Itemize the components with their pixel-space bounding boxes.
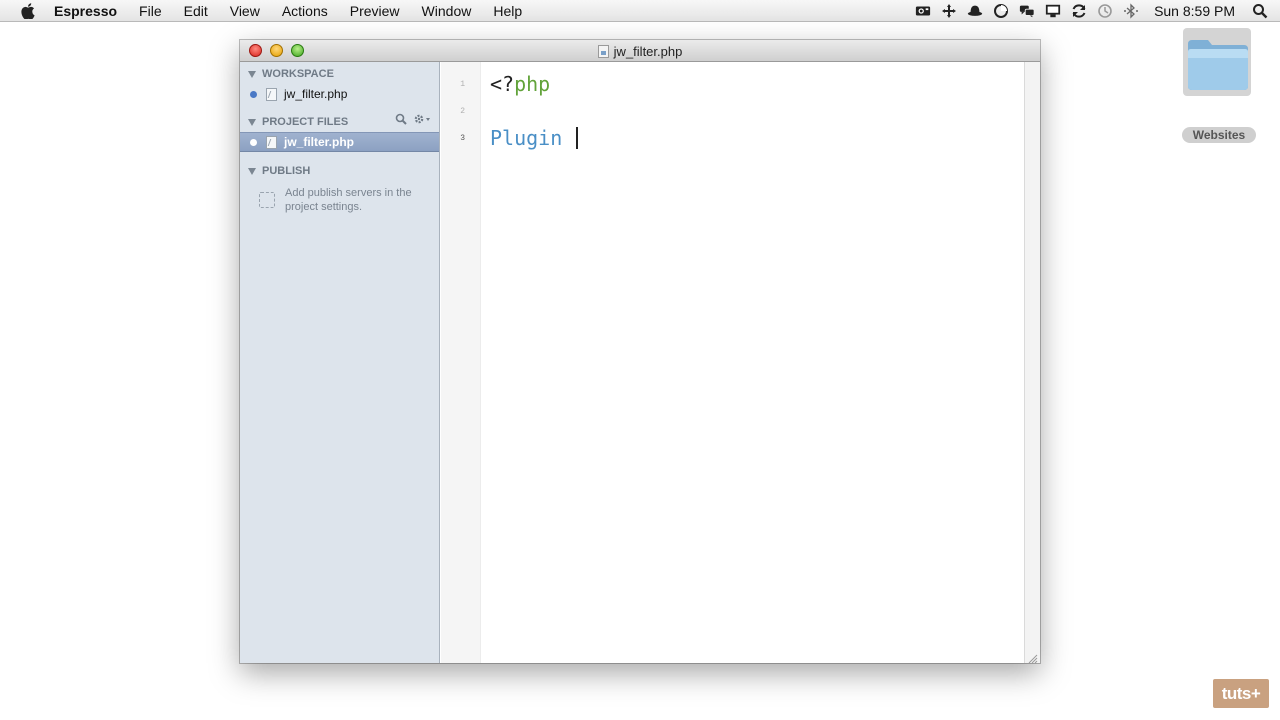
search-icon[interactable]	[395, 112, 407, 130]
window-titlebar[interactable]: jw_filter.php	[240, 40, 1040, 62]
resize-grip-icon[interactable]	[1028, 651, 1038, 664]
menu-edit[interactable]: Edit	[173, 0, 219, 22]
workspace-file-label: jw_filter.php	[284, 87, 348, 101]
window-title: jw_filter.php	[240, 40, 1040, 62]
line-number: 2	[460, 107, 465, 116]
menu-view[interactable]: View	[219, 0, 271, 22]
php-open-bracket: <?	[490, 72, 515, 96]
hat-icon[interactable]	[967, 3, 983, 19]
line-number-gutter: 1 2 3	[441, 62, 481, 663]
desktop-folder-websites[interactable]: Websites	[1182, 28, 1256, 143]
tuts-logo-badge: tuts+	[1213, 679, 1269, 708]
code-line-1[interactable]: <?php	[490, 72, 550, 96]
menu-clock[interactable]: Sun 8:59 PM	[1154, 3, 1235, 19]
menu-window[interactable]: Window	[411, 0, 483, 22]
php-keyword: php	[514, 72, 551, 96]
project-file-label: jw_filter.php	[284, 135, 355, 149]
project-files-header-label: PROJECT FILES	[262, 116, 349, 128]
workspace-header-label: WORKSPACE	[262, 68, 334, 80]
project-files-header[interactable]: PROJECT FILES	[248, 114, 348, 130]
spotlight-search-icon[interactable]	[1252, 3, 1268, 19]
text-caret	[576, 127, 579, 149]
code-editor[interactable]: 1 2 3 <?php Plugin	[441, 62, 1024, 663]
menu-preview[interactable]: Preview	[339, 0, 411, 22]
disclosure-triangle-icon[interactable]	[248, 118, 256, 126]
app-menu[interactable]: Espresso	[54, 0, 128, 22]
window-title-text: jw_filter.php	[613, 43, 683, 59]
publish-header[interactable]: PUBLISH	[248, 163, 310, 179]
folder-icon	[1186, 36, 1250, 97]
sync-status-icon[interactable]	[993, 3, 1009, 19]
folder-label: Websites	[1182, 127, 1256, 143]
move-arrows-icon[interactable]	[941, 3, 957, 19]
open-file-dot-icon	[250, 90, 257, 98]
publish-header-label: PUBLISH	[262, 165, 311, 177]
line-number: 1	[460, 80, 465, 89]
menu-file[interactable]: File	[128, 0, 173, 22]
document-icon	[266, 87, 277, 101]
line-number-current: 3	[460, 134, 465, 143]
menu-bar: Espresso File Edit View Actions Preview …	[0, 0, 1280, 22]
sidebar: WORKSPACE jw_filter.php PROJECT FILES jw…	[240, 62, 440, 663]
editor-window: jw_filter.php WORKSPACE jw_filter.php PR…	[240, 40, 1040, 664]
project-file-item[interactable]: jw_filter.php	[240, 132, 439, 152]
apple-menu-icon[interactable]	[17, 2, 39, 19]
disclosure-triangle-icon[interactable]	[248, 167, 256, 175]
workspace-header[interactable]: WORKSPACE	[248, 66, 334, 82]
bluetooth-icon[interactable]	[1123, 2, 1139, 19]
time-machine-icon[interactable]	[1097, 3, 1113, 19]
display-icon[interactable]	[1045, 3, 1061, 19]
status-menus: Sun 8:59 PM	[910, 0, 1280, 22]
gear-menu-icon[interactable]	[413, 112, 433, 130]
menu-help[interactable]: Help	[482, 0, 533, 22]
code-line-3[interactable]: Plugin	[490, 126, 579, 150]
chat-bubbles-icon[interactable]	[1019, 3, 1035, 19]
vertical-scrollbar[interactable]	[1024, 62, 1040, 663]
php-file-icon	[597, 44, 609, 58]
project-files-tools	[395, 112, 433, 130]
code-text: Plugin	[490, 126, 563, 150]
open-file-dot-icon	[250, 138, 257, 146]
workspace-file-item[interactable]: jw_filter.php	[240, 84, 439, 104]
disclosure-triangle-icon[interactable]	[248, 70, 256, 78]
menu-actions[interactable]: Actions	[271, 0, 339, 22]
screen-recording-icon[interactable]	[915, 3, 931, 19]
refresh-icon[interactable]	[1071, 3, 1087, 19]
publish-placeholder-icon	[259, 192, 275, 208]
document-icon	[266, 135, 277, 149]
publish-hint-text: Add publish servers in the project setti…	[285, 187, 412, 213]
